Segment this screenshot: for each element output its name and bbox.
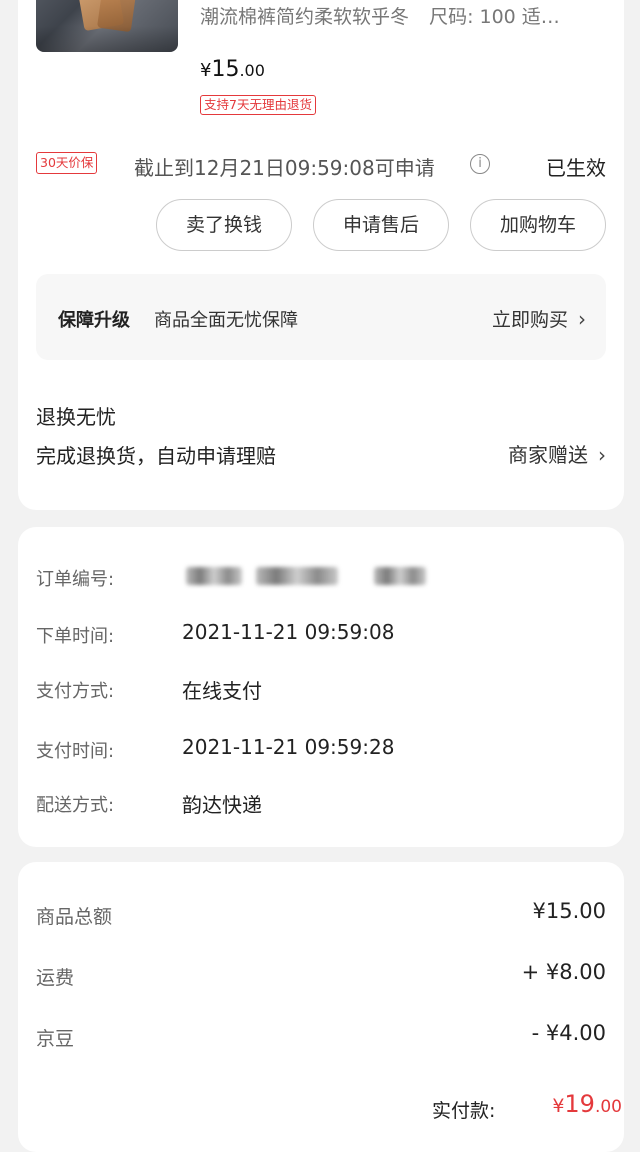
chevron-right-icon: › [578,307,586,331]
order-time-label: 下单时间: [36,626,115,647]
buy-now-link[interactable]: 立即购买 › [492,305,586,332]
payment-summary-card: 商品总额 ¥15.00 运费 + ¥8.00 京豆 - ¥4.00 [18,862,624,1152]
paid-amount-label: 实付款: [432,1100,496,1122]
product-price: ¥15.00 [200,57,265,82]
payment-method-label: 支付方式: [36,681,115,702]
sell-for-cash-button[interactable]: 卖了换钱 [156,199,292,251]
order-info-card: 订单编号: 下单时间: 2021-11-21 09:59:08 支付方式: 在线… [18,527,624,847]
chevron-right-icon: › [598,443,606,467]
merchant-gift-label: 商家赠送 [508,443,588,467]
merchant-gift-link[interactable]: 商家赠送 › [508,439,606,468]
shipping-fee-label: 运费 [36,967,75,989]
goods-total-label: 商品总额 [36,906,113,928]
order-number-label: 订单编号: [36,569,115,590]
paid-decimal: .00 [594,1097,622,1117]
shipping-fee-value: + ¥8.00 [521,960,606,984]
paid-integer: 19 [564,1090,595,1118]
jingdou-value: - ¥4.00 [531,1021,606,1045]
goods-total-value: ¥15.00 [532,899,606,923]
product-card: 潮流棉裤简约柔软软乎冬 尺码: 100 适… ¥15.00 支持7天无理由退货 … [18,0,624,510]
info-icon[interactable]: i [470,154,490,174]
after-sale-button[interactable]: 申请售后 [313,199,449,251]
add-to-cart-button[interactable]: 加购物车 [470,199,606,251]
protection-upgrade-banner[interactable]: 保障升级 商品全面无忧保障 立即购买 › [36,274,606,360]
payment-time-value: 2021-11-21 09:59:28 [182,735,395,759]
product-title: 潮流棉裤简约柔软软乎冬 [200,6,410,28]
delivery-method-label: 配送方式: [36,795,115,816]
price-integer: 15 [211,57,240,82]
product-title-row[interactable]: 潮流棉裤简约柔软软乎冬 尺码: 100 适… [200,2,560,29]
price-decimal: .00 [239,61,265,80]
paid-amount-value: ¥19.00 [552,1090,622,1118]
price-protect-deadline: 截止到12月21日09:59:08可申请 [134,156,435,180]
product-thumbnail[interactable] [36,0,178,52]
price-currency: ¥ [200,60,212,81]
seven-day-return-tag: 支持7天无理由退货 [200,95,316,115]
jingdou-label: 京豆 [36,1028,75,1050]
order-time-value: 2021-11-21 09:59:08 [182,620,395,644]
buy-now-label: 立即购买 [491,309,568,331]
paid-currency: ¥ [552,1095,565,1117]
price-protect-tag: 30天价保 [36,152,98,174]
price-protect-status: 已生效 [546,156,606,180]
product-size: 尺码: 100 适… [429,6,560,28]
upgrade-description: 商品全面无忧保障 [154,310,298,331]
return-worry-description: 完成退换货，自动申请理赔 [36,444,276,468]
payment-method-value: 在线支付 [182,679,262,703]
upgrade-title: 保障升级 [58,310,130,331]
delivery-method-value: 韵达快递 [182,793,262,817]
payment-time-label: 支付时间: [36,741,115,762]
return-worry-title: 退换无忧 [36,405,116,429]
